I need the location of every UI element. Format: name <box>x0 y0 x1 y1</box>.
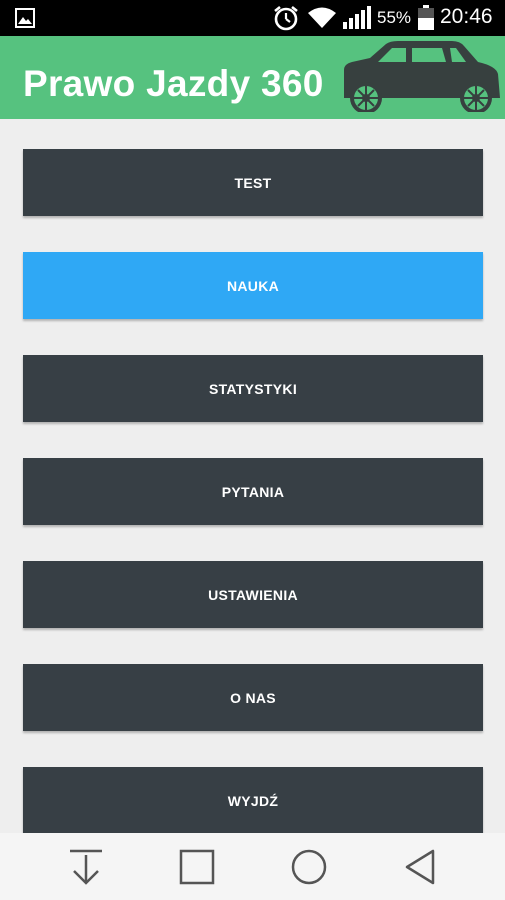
back-icon[interactable] <box>401 847 441 887</box>
status-time: 20:46 <box>440 5 493 28</box>
pytania-button[interactable]: PYTANIA <box>23 458 483 525</box>
alarm-icon <box>274 5 298 31</box>
statystyki-button[interactable]: STATYSTYKI <box>23 355 483 422</box>
status-bar: 55% 20:46 <box>0 0 505 36</box>
download-icon[interactable] <box>66 847 106 887</box>
system-nav-bar <box>0 833 505 900</box>
battery-percent: 55% <box>377 8 412 27</box>
home-icon[interactable] <box>289 847 329 887</box>
wifi-icon <box>308 7 336 28</box>
page-title: Prawo Jazdy 360 <box>23 63 324 104</box>
signal-icon <box>343 6 371 29</box>
recents-icon[interactable] <box>177 847 217 887</box>
wyjdz-button[interactable]: WYJDŹ <box>23 767 483 834</box>
nauka-button[interactable]: NAUKA <box>23 252 483 319</box>
o-nas-button[interactable]: O NAS <box>23 664 483 731</box>
battery-icon <box>418 5 434 30</box>
app-bar: Prawo Jazdy 360 <box>0 36 505 119</box>
ustawienia-button[interactable]: USTAWIENIA <box>23 561 483 628</box>
test-button[interactable]: TEST <box>23 149 483 216</box>
car-icon <box>344 41 500 112</box>
image-icon <box>15 8 35 28</box>
main-menu: TEST NAUKA STATYSTYKI PYTANIA USTAWIENIA… <box>23 149 483 870</box>
